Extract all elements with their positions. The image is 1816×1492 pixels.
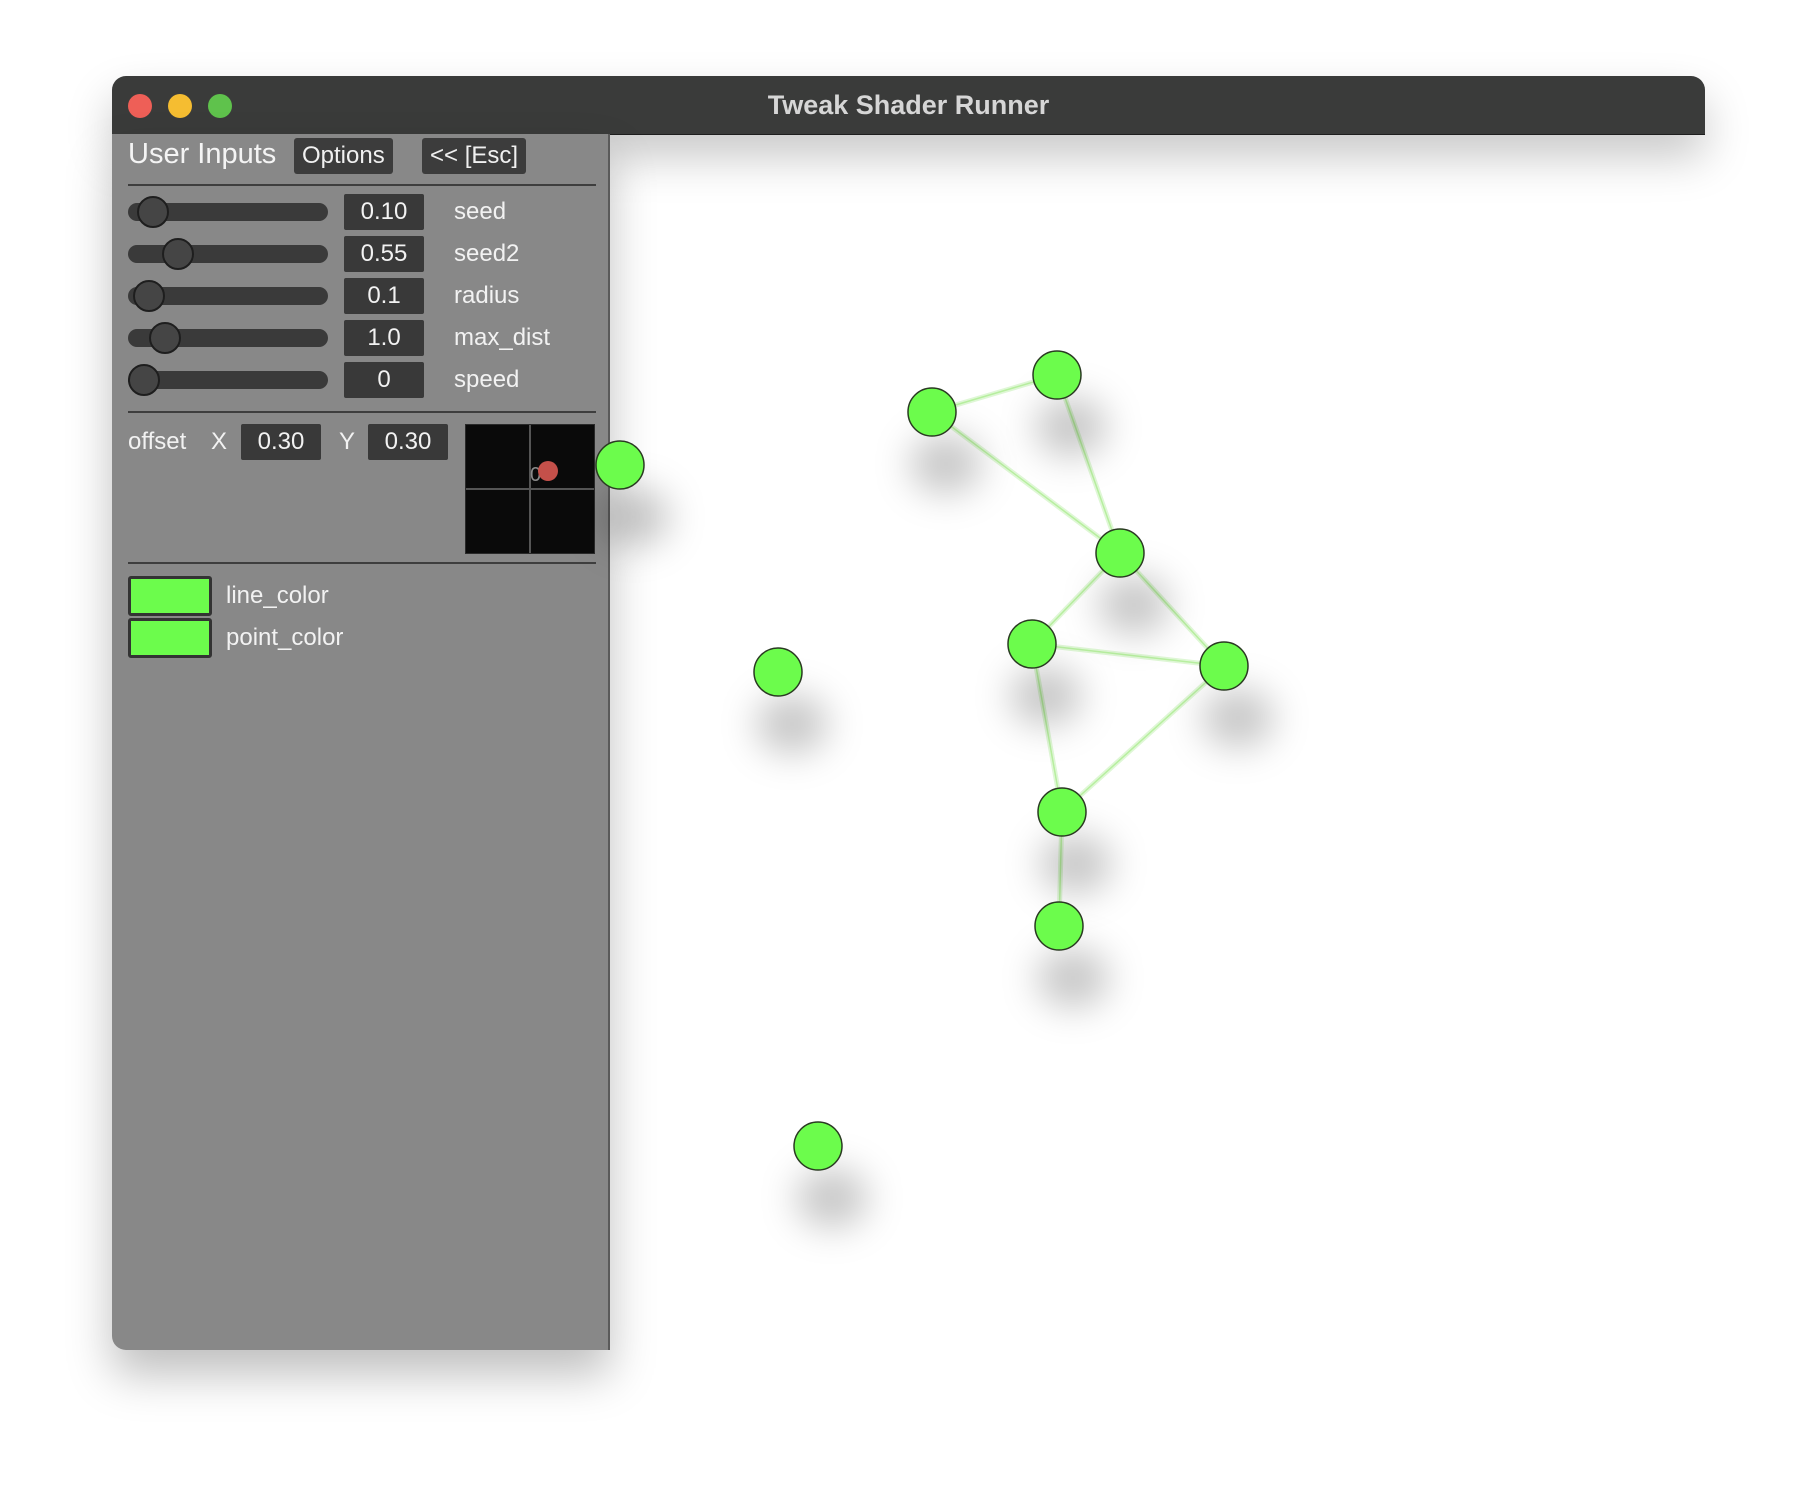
graph-node xyxy=(1199,641,1249,691)
graph-node xyxy=(1007,619,1057,669)
node-shadow xyxy=(910,434,982,494)
graph-node xyxy=(793,1121,843,1171)
graph-node xyxy=(1095,528,1145,578)
graph-node xyxy=(595,440,645,490)
node-shadow xyxy=(1035,397,1107,457)
node-shadow xyxy=(1098,575,1170,635)
graph-edge-core xyxy=(1061,665,1225,813)
graph-node xyxy=(753,647,803,697)
graph-nodes xyxy=(595,350,1274,1228)
node-shadow xyxy=(1010,666,1082,726)
node-shadow xyxy=(796,1168,868,1228)
graph-node xyxy=(1034,901,1084,951)
graph-node xyxy=(1032,350,1082,400)
graph-node xyxy=(907,387,957,437)
shader-canvas[interactable] xyxy=(0,0,1816,1492)
node-shadow xyxy=(1037,948,1109,1008)
graph-edge-core xyxy=(1031,643,1225,667)
graph-node xyxy=(1037,787,1087,837)
node-shadow xyxy=(598,487,670,547)
node-shadow xyxy=(1202,688,1274,748)
node-shadow xyxy=(1040,834,1112,894)
node-shadow xyxy=(756,694,828,754)
